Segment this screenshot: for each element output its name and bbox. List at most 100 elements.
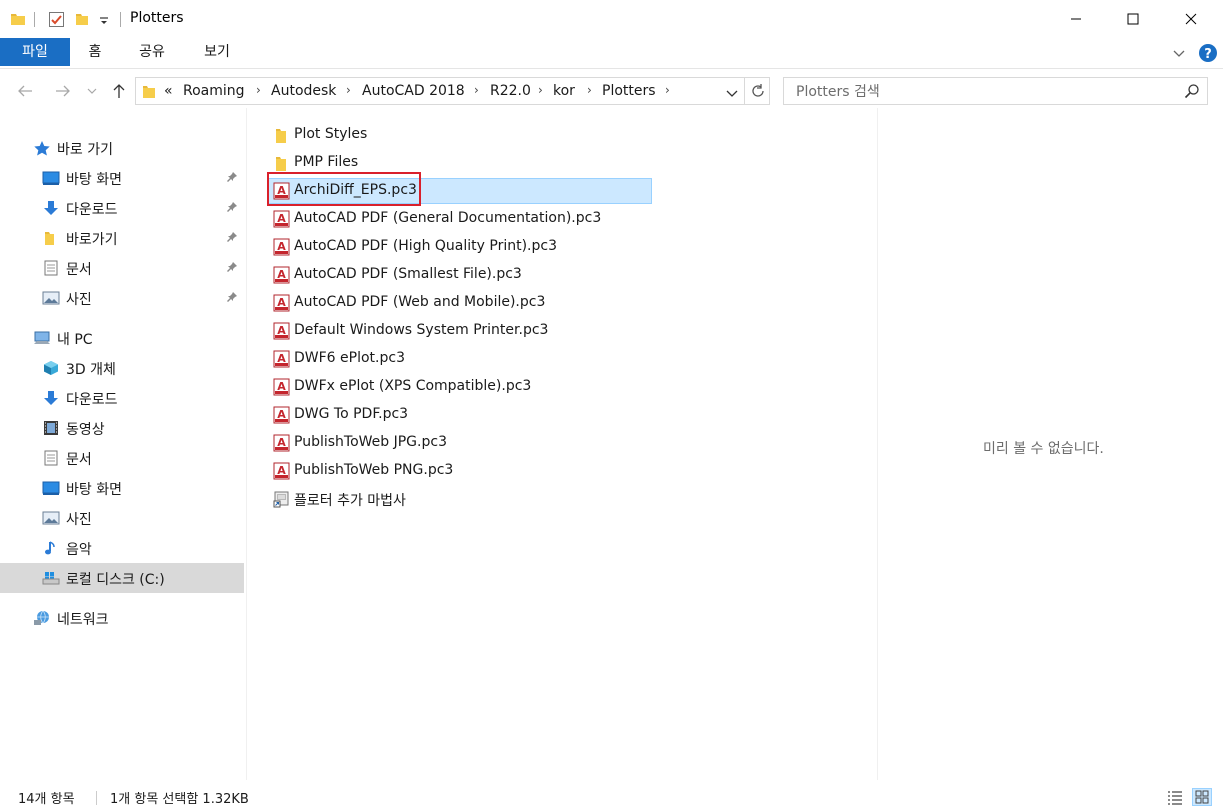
nav-item-pictures-pc[interactable]: 사진 xyxy=(0,503,244,533)
search-icon[interactable] xyxy=(1184,83,1200,103)
refresh-icon xyxy=(752,84,764,97)
preview-divider[interactable] xyxy=(877,108,878,780)
breadcrumb-item[interactable]: Roaming xyxy=(183,83,245,99)
up-arrow-icon xyxy=(113,84,125,98)
minimize-button[interactable] xyxy=(1047,0,1105,38)
preview-message: 미리 볼 수 없습니다. xyxy=(983,441,1104,457)
maximize-icon xyxy=(1127,13,1139,25)
folder-icon xyxy=(42,230,60,246)
nav-item-downloads[interactable]: 다운로드 xyxy=(0,193,244,223)
nav-item-videos[interactable]: 동영상 xyxy=(0,413,244,443)
forward-arrow-icon xyxy=(56,85,70,97)
list-item-file[interactable]: A Default Windows System Printer.pc3 xyxy=(268,318,652,344)
tab-file[interactable]: 파일 xyxy=(0,38,70,66)
cube-icon xyxy=(42,360,60,376)
expand-ribbon-icon[interactable] xyxy=(1172,46,1186,64)
close-button[interactable] xyxy=(1162,0,1220,38)
back-button[interactable] xyxy=(14,79,36,103)
list-item-file[interactable]: A AutoCAD PDF (General Documentation).pc… xyxy=(268,206,652,232)
nav-item-documents-pc[interactable]: 문서 xyxy=(0,443,244,473)
address-row: « Roaming › Autodesk › AutoCAD 2018 › R2… xyxy=(0,75,1223,107)
address-history-dropdown[interactable] xyxy=(726,87,738,103)
tab-view[interactable]: 보기 xyxy=(195,38,239,66)
folder-icon xyxy=(273,126,290,144)
new-folder-icon[interactable] xyxy=(74,11,90,31)
list-item-file[interactable]: A AutoCAD PDF (Web and Mobile).pc3 xyxy=(268,290,652,316)
list-item-file[interactable]: A PublishToWeb JPG.pc3 xyxy=(268,430,652,456)
nav-item-desktop-pc[interactable]: 바탕 화면 xyxy=(0,473,244,503)
list-item-file[interactable]: A AutoCAD PDF (Smallest File).pc3 xyxy=(268,262,652,288)
pin-icon[interactable] xyxy=(226,291,238,307)
properties-icon[interactable] xyxy=(48,11,65,32)
nav-item-music[interactable]: 음악 xyxy=(0,533,244,563)
refresh-button[interactable] xyxy=(750,83,766,103)
list-item-folder[interactable]: Plot Styles xyxy=(268,122,652,148)
nav-item-local-disk[interactable]: 로컬 디스크 (C:) xyxy=(0,563,244,593)
list-item-file[interactable]: A AutoCAD PDF (High Quality Print).pc3 xyxy=(268,234,652,260)
details-view-icon xyxy=(1168,791,1182,805)
breadcrumb-item[interactable]: kor xyxy=(553,83,575,99)
pin-icon[interactable] xyxy=(226,171,238,187)
nav-item-3d-objects[interactable]: 3D 개체 xyxy=(0,353,244,383)
breadcrumb-overflow[interactable]: « xyxy=(164,83,173,99)
breadcrumb-item[interactable]: AutoCAD 2018 xyxy=(362,83,465,99)
back-arrow-icon xyxy=(18,85,32,97)
customize-toolbar-icon[interactable] xyxy=(99,14,109,30)
pane-divider[interactable] xyxy=(246,108,247,780)
breadcrumb-separator-icon[interactable]: › xyxy=(256,83,261,97)
pin-icon[interactable] xyxy=(226,201,238,217)
maximize-button[interactable] xyxy=(1104,0,1162,38)
autocad-file-icon: A xyxy=(273,350,290,368)
nav-item-pictures[interactable]: 사진 xyxy=(0,283,244,313)
nav-label: 동영상 xyxy=(66,422,105,438)
nav-item-shortcuts[interactable]: 바로가기 xyxy=(0,223,244,253)
breadcrumb-item[interactable]: Plotters xyxy=(602,83,656,99)
breadcrumb-separator-icon[interactable]: › xyxy=(665,83,670,97)
list-item-file[interactable]: A DWFx ePlot (XPS Compatible).pc3 xyxy=(268,374,652,400)
list-item-shortcut[interactable]: 플로터 추가 마법사 xyxy=(268,486,652,512)
forward-button[interactable] xyxy=(52,79,74,103)
nav-quick-access[interactable]: 바로 가기 xyxy=(0,133,244,163)
nav-this-pc[interactable]: 내 PC xyxy=(0,323,244,353)
autocad-file-icon: A xyxy=(273,238,290,256)
recent-locations-button[interactable] xyxy=(84,79,100,103)
nav-label: 3D 개체 xyxy=(66,362,116,378)
breadcrumb-separator-icon[interactable]: › xyxy=(346,83,351,97)
details-view-button[interactable] xyxy=(1165,788,1185,806)
address-bar[interactable]: « Roaming › Autodesk › AutoCAD 2018 › R2… xyxy=(135,77,770,105)
list-item-file[interactable]: A DWF6 ePlot.pc3 xyxy=(268,346,652,372)
large-icons-view-button[interactable] xyxy=(1192,788,1212,806)
list-item-file[interactable]: A DWG To PDF.pc3 xyxy=(268,402,652,428)
printer-wizard-icon xyxy=(273,490,290,508)
file-name: DWF6 ePlot.pc3 xyxy=(294,350,405,366)
pin-icon[interactable] xyxy=(226,261,238,277)
nav-label: 바탕 화면 xyxy=(66,172,122,188)
breadcrumb-separator-icon[interactable]: › xyxy=(474,83,479,97)
help-icon[interactable]: ? xyxy=(1198,43,1218,67)
red-highlight-box xyxy=(267,172,421,206)
up-button[interactable] xyxy=(108,79,130,103)
folder-icon xyxy=(273,154,290,172)
tab-share[interactable]: 공유 xyxy=(130,38,174,66)
search-input[interactable] xyxy=(794,82,1178,102)
download-arrow-icon xyxy=(42,200,60,216)
pin-icon[interactable] xyxy=(226,231,238,247)
document-icon xyxy=(42,450,60,466)
nav-item-downloads-pc[interactable]: 다운로드 xyxy=(0,383,244,413)
nav-label: 다운로드 xyxy=(66,202,118,218)
large-icons-view-icon xyxy=(1195,790,1209,804)
autocad-file-icon: A xyxy=(273,210,290,228)
breadcrumb-separator-icon[interactable]: › xyxy=(538,83,543,97)
breadcrumb-separator-icon[interactable]: › xyxy=(587,83,592,97)
tab-home[interactable]: 홈 xyxy=(78,38,112,66)
list-item-file[interactable]: A PublishToWeb PNG.pc3 xyxy=(268,458,652,484)
breadcrumb-item[interactable]: Autodesk xyxy=(271,83,336,99)
file-name: 플로터 추가 마법사 xyxy=(294,493,406,509)
nav-item-documents[interactable]: 문서 xyxy=(0,253,244,283)
status-bar: 14개 항목 1개 항목 선택함 1.32KB xyxy=(0,784,1223,812)
breadcrumb-item[interactable]: R22.0 xyxy=(490,83,531,99)
nav-network[interactable]: 네트워크 xyxy=(0,603,244,633)
nav-item-desktop[interactable]: 바탕 화면 xyxy=(0,163,244,193)
picture-icon xyxy=(42,510,60,526)
computer-icon xyxy=(33,330,51,346)
